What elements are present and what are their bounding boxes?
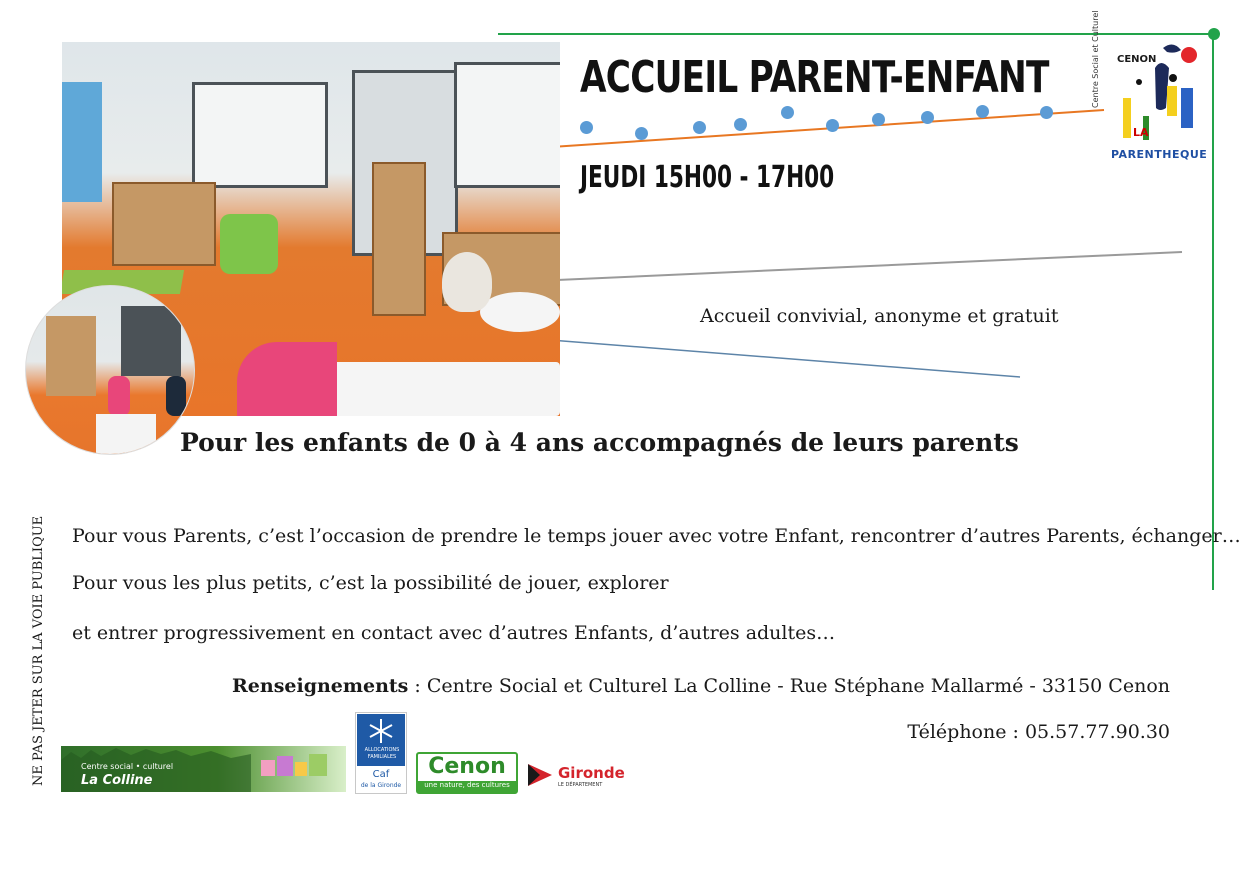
green-frame-dot	[1208, 28, 1220, 40]
info-line: Renseignements : Centre Social et Cultur…	[232, 675, 1170, 697]
page-title: ACCUEIL PARENT-ENFANT	[580, 52, 1049, 103]
caf-line2: FAMILIALES	[367, 754, 397, 760]
paragraph-children-cont: et entrer progressivement en contact ave…	[72, 622, 836, 644]
blue-dot	[693, 121, 706, 134]
tagline: Accueil convivial, anonyme et gratuit	[700, 305, 1059, 327]
parentheque-la: LA	[1133, 126, 1149, 139]
cenon-slogan: une nature, des cultures	[418, 781, 516, 792]
caf-line1: ALLOCATIONS	[364, 747, 400, 753]
headline: Pour les enfants de 0 à 4 ans accompagné…	[180, 428, 1019, 457]
info-label: Renseignements	[232, 675, 409, 697]
info-text: : Centre Social et Culturel La Colline -…	[408, 675, 1170, 697]
photo-children-circle	[25, 285, 195, 455]
blue-dot	[1040, 106, 1053, 119]
caf-logo: ALLOCATIONS FAMILIALES Caf de la Gironde	[355, 712, 407, 794]
colline-line1: Centre social • culturel	[81, 762, 174, 771]
phone-line: Téléphone : 05.57.77.90.30	[907, 721, 1170, 743]
cenon-name: Cenon	[428, 754, 506, 779]
blue-dot	[580, 121, 593, 134]
colline-line2: La Colline	[81, 773, 153, 788]
parentheque-side-text: Centre Social et Culturel	[1091, 10, 1100, 109]
caf-snowflake-icon	[369, 719, 393, 743]
blue-dot	[826, 119, 839, 132]
gironde-name: Gironde	[558, 764, 625, 782]
colline-logo: Centre social • culturel La Colline	[61, 746, 346, 792]
parentheque-logo: Centre Social et Culturel CENON LA PAREN…	[1091, 11, 1208, 166]
blue-dot	[976, 105, 989, 118]
paragraph-children: Pour vous les plus petits, c’est la poss…	[72, 572, 669, 594]
schedule-text: JEUDI 15H00 - 17H00	[580, 160, 835, 195]
blue-dot	[781, 106, 794, 119]
caf-region: de la Gironde	[360, 782, 402, 789]
caf-name: Caf	[372, 769, 390, 780]
gironde-logo: Gironde LE DÉPARTEMENT	[526, 760, 626, 792]
parentheque-cenon: CENON	[1117, 54, 1157, 65]
side-notice: NE PAS JETER SUR LA VOIE PUBLIQUE	[31, 515, 46, 786]
gironde-sub: LE DÉPARTEMENT	[558, 782, 603, 788]
caf-logo-header: ALLOCATIONS FAMILIALES	[357, 714, 405, 766]
cenon-logo: Cenon une nature, des cultures	[416, 752, 518, 794]
paragraph-parents: Pour vous Parents, c’est l’occasion de p…	[72, 525, 1240, 547]
blue-dot	[734, 118, 747, 131]
blue-line	[511, 336, 1021, 378]
blue-dot	[872, 113, 885, 126]
parentheque-name: PARENTHEQUE	[1111, 148, 1208, 161]
blue-dot	[635, 127, 648, 140]
gironde-arrow-icon	[528, 764, 552, 786]
gray-line	[511, 251, 1183, 283]
blue-dot	[921, 111, 934, 124]
